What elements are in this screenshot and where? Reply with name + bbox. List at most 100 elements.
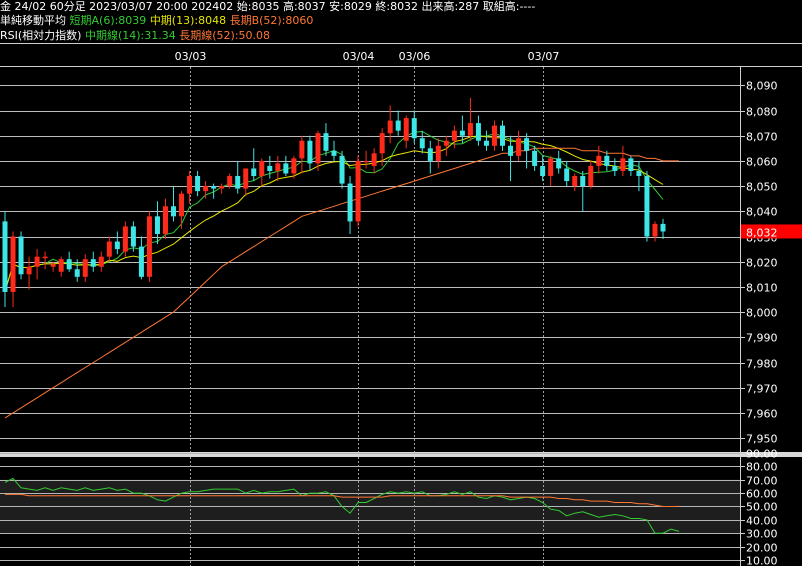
price-tick-label: 7,970	[746, 383, 778, 396]
candle-body	[146, 216, 152, 277]
candle-body	[323, 133, 329, 151]
candle-body	[275, 163, 281, 171]
candle-body	[564, 168, 570, 182]
candle-body	[475, 123, 481, 141]
rsi-tick-label: 80.00	[746, 461, 778, 474]
candle-body	[2, 221, 8, 292]
candle-body	[130, 226, 136, 247]
candle-body	[540, 165, 546, 177]
candle-body	[628, 158, 634, 171]
candle-body	[251, 168, 257, 177]
price-chart[interactable]: 03/03 03/04 03/06 03/07 7,950 7,960 7,970 7,98…	[0, 0, 802, 566]
candle-body	[443, 140, 449, 146]
rsi-tick-label: 30.00	[746, 528, 778, 541]
candle-body	[411, 118, 417, 139]
candle-body	[18, 236, 24, 275]
candle-body	[171, 206, 177, 217]
candle-body	[516, 138, 522, 156]
rsi-tick-label: 90.00	[746, 448, 778, 461]
candle-body	[291, 158, 297, 174]
candle-body	[524, 138, 530, 151]
price-tick-label: 7,990	[746, 332, 778, 345]
candle-body	[267, 165, 273, 171]
candle-body	[195, 176, 201, 192]
candle-body	[652, 223, 658, 237]
candle-body	[307, 140, 313, 164]
candle-body	[26, 266, 32, 275]
candle-body	[500, 125, 506, 146]
candle-body	[227, 176, 233, 187]
date-label: 03/07	[528, 50, 560, 63]
price-tick-label: 7,980	[746, 358, 778, 371]
price-tick-label: 8,080	[746, 106, 778, 119]
date-label: 03/03	[175, 50, 207, 63]
candle-body	[283, 163, 289, 174]
candle-body	[419, 138, 425, 149]
candle-body	[315, 133, 321, 164]
last-price-label: 8,032	[746, 226, 778, 239]
candle-body	[154, 216, 160, 234]
candle-body	[66, 259, 72, 270]
candle-body	[379, 133, 385, 154]
date-label: 03/06	[399, 50, 431, 63]
candle-body	[548, 158, 554, 177]
candle-body	[427, 148, 433, 161]
candle-body	[403, 118, 409, 141]
price-tick-label: 8,090	[746, 80, 778, 93]
candle-body	[435, 145, 441, 161]
candle-body	[203, 186, 209, 192]
date-label: 03/04	[343, 50, 375, 63]
candle-body	[114, 241, 120, 250]
candle-body	[532, 150, 538, 166]
candle-body	[138, 246, 144, 277]
candle-body	[50, 264, 56, 267]
candle-body	[106, 241, 112, 257]
price-tick-label: 7,960	[746, 408, 778, 421]
price-tick-label: 8,040	[746, 206, 778, 219]
candle-body	[508, 145, 514, 156]
price-tick-label: 8,070	[746, 131, 778, 144]
candle-body	[491, 125, 497, 146]
candle-body	[459, 130, 465, 136]
candle-body	[211, 186, 217, 189]
price-tick-label: 8,010	[746, 282, 778, 295]
price-tick-label: 8,020	[746, 257, 778, 270]
price-tick-label: 8,000	[746, 307, 778, 320]
candle-body	[58, 259, 64, 272]
ma-long-line	[4, 147, 679, 419]
price-tick-label: 7,950	[746, 433, 778, 446]
candle-body	[235, 176, 241, 189]
candle-body	[355, 160, 361, 222]
candle-body	[604, 155, 610, 166]
candle-body	[122, 226, 128, 252]
candle-body	[387, 120, 393, 134]
pane-divider[interactable]	[0, 452, 802, 457]
candle-body	[98, 256, 104, 267]
candle-body	[90, 259, 96, 267]
candle-body	[636, 170, 642, 177]
candle-body	[580, 176, 586, 187]
candle-body	[187, 176, 193, 194]
candle-body	[572, 176, 578, 187]
candle-body	[42, 256, 48, 259]
candle-body	[179, 193, 185, 217]
price-tick-label: 8,050	[746, 181, 778, 194]
candle-body	[259, 160, 265, 177]
rsi-tick-label: 50.00	[746, 501, 778, 514]
rsi-tick-label: 10.00	[746, 555, 778, 566]
rsi-tick-label: 70.00	[746, 475, 778, 488]
candle-body	[347, 183, 353, 222]
candle-body	[371, 153, 377, 166]
candle-body	[363, 160, 369, 163]
candle-body	[331, 150, 337, 156]
candle-body	[467, 123, 473, 136]
rsi-tick-label: 60.00	[746, 488, 778, 501]
candle-body	[612, 165, 618, 171]
candle-body	[162, 206, 168, 234]
rsi-tick-label: 20.00	[746, 542, 778, 555]
candle-body	[219, 186, 225, 189]
candle-body	[660, 223, 666, 232]
candle-body	[451, 130, 457, 141]
candle-body	[596, 155, 602, 166]
candle-body	[483, 140, 489, 146]
